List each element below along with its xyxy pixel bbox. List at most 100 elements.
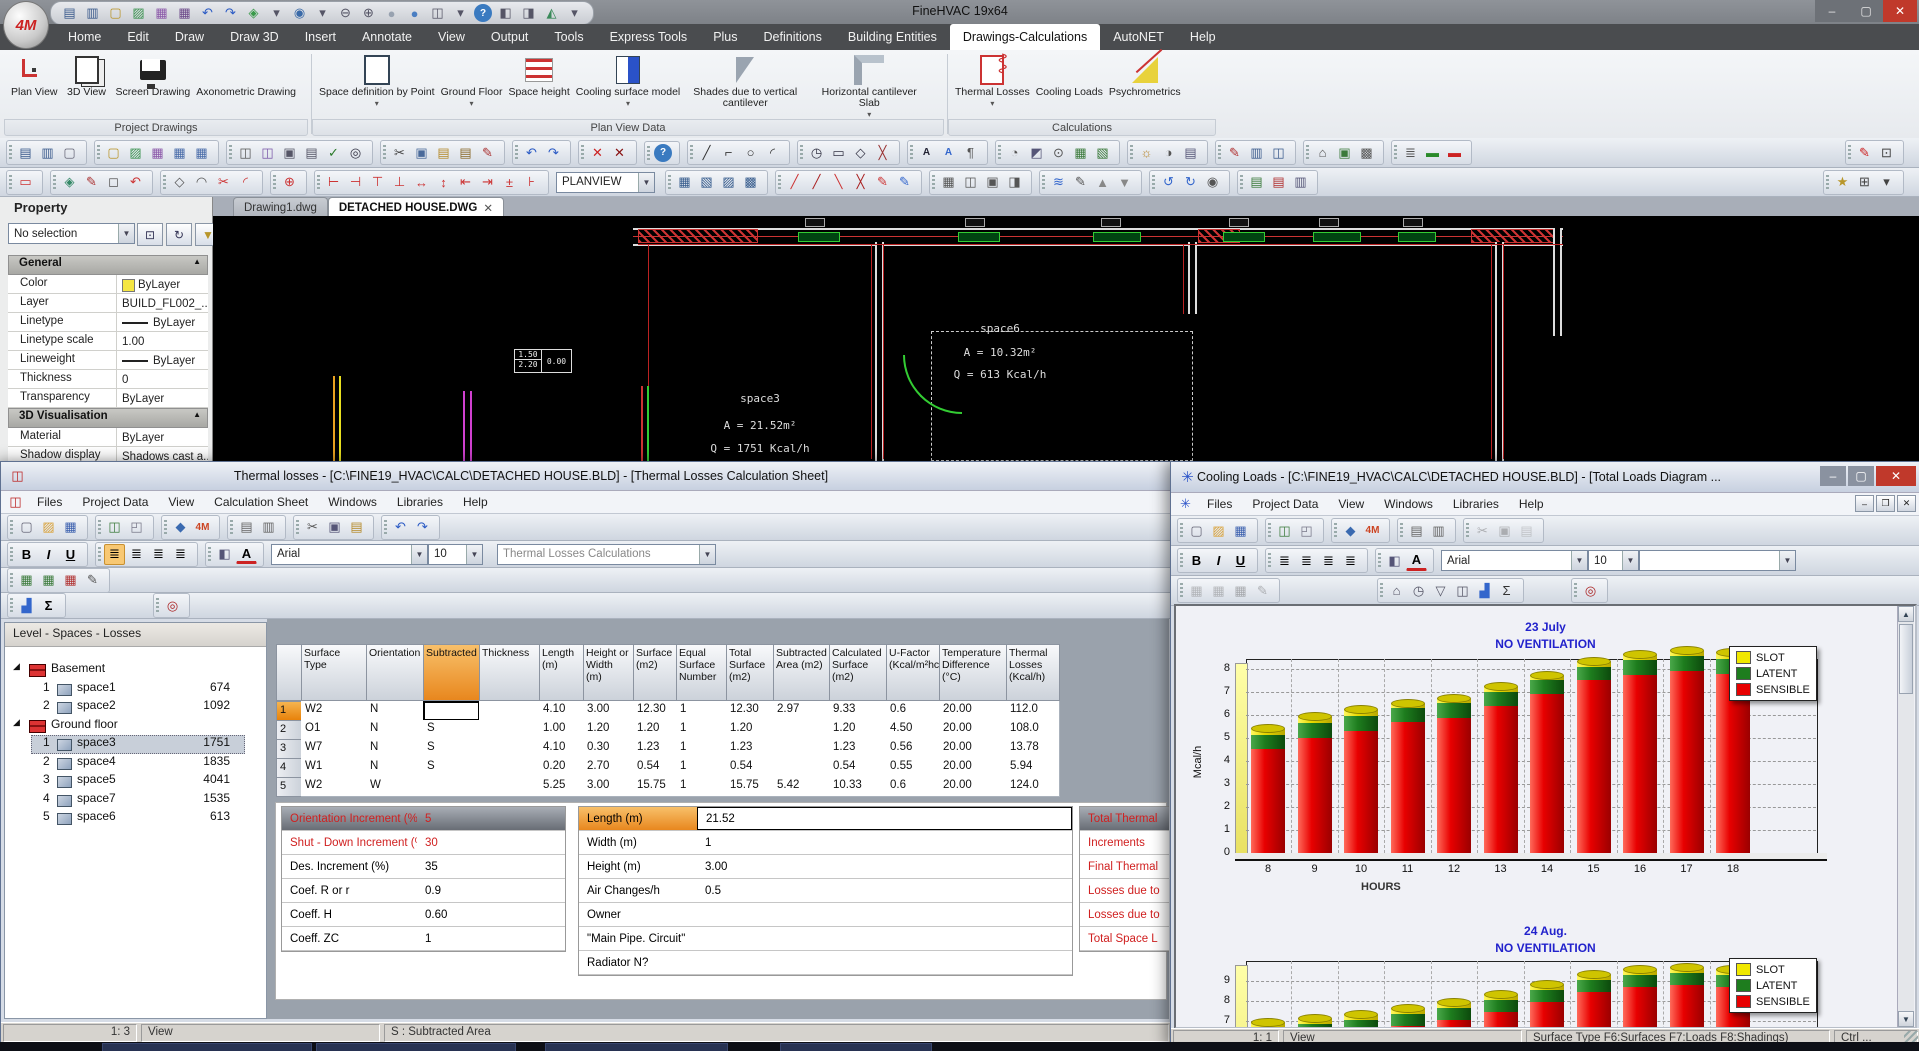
ribbon-button-plan-view[interactable]: Plan View <box>8 54 61 100</box>
cell-r3c3[interactable]: S <box>423 739 480 759</box>
save-icon[interactable]: ▦ <box>60 517 81 538</box>
circle-icon[interactable]: ○ <box>740 142 761 163</box>
save-icon[interactable]: ▦ <box>151 3 172 24</box>
copy-icon[interactable]: ▣ <box>411 142 432 163</box>
chevron-down-icon[interactable]: ▼ <box>466 545 482 564</box>
cell-r5c7[interactable]: 15.75 <box>633 777 677 797</box>
paragraph-icon[interactable]: ¶ <box>960 142 981 163</box>
dim-x-icon[interactable]: ⊦ <box>521 172 542 193</box>
column-header-surface-type[interactable]: Surface Type <box>301 644 367 701</box>
cell-r4c12[interactable]: 0.55 <box>886 758 940 778</box>
dim-b-icon[interactable]: ⊥ <box>389 172 410 193</box>
column-header-u-factor-kcal-m-hc[interactable]: U-Factor (Kcal/m²hc <box>886 644 940 701</box>
menu-calculation-sheet[interactable]: Calculation Sheet <box>205 493 317 511</box>
help-book-icon[interactable]: ◆ <box>170 517 191 538</box>
form-value[interactable]: 0.5 <box>697 885 1072 897</box>
vertical-scrollbar[interactable]: ▲ ▼ <box>1897 606 1914 1027</box>
form-row-length-m-[interactable]: Length (m)21.52 <box>579 807 1072 831</box>
form-row-height-m-[interactable]: Height (m)3.00 <box>579 855 1072 879</box>
open-icon[interactable]: ▨ <box>1208 520 1229 541</box>
cell-r5c6[interactable]: 3.00 <box>583 777 634 797</box>
cell-r5c10[interactable]: 5.42 <box>773 777 830 797</box>
grid4-icon[interactable]: ▩ <box>740 172 761 193</box>
cells4-icon[interactable]: ◨ <box>1004 172 1025 193</box>
ribbon-button-space-definition-by-point[interactable]: Space definition by Point ▾ <box>316 54 438 111</box>
cell-r5c9[interactable]: 15.75 <box>726 777 774 797</box>
cell-r3c9[interactable]: 1.23 <box>726 739 774 759</box>
cell-r4c8[interactable]: 1 <box>676 758 727 778</box>
cell-r2c6[interactable]: 1.20 <box>583 720 634 740</box>
help-icon[interactable]: ? <box>474 4 492 22</box>
cells3-icon[interactable]: ▣ <box>982 172 1003 193</box>
hatch-icon[interactable]: ▦ <box>1070 142 1091 163</box>
property-value[interactable]: ByLayer <box>117 275 208 293</box>
selection-combo[interactable]: No selection ▼ <box>8 223 135 244</box>
column-header-subtracted[interactable]: Subtracted <box>423 644 480 701</box>
dim-e-icon[interactable]: ⇥ <box>477 172 498 193</box>
mtext-icon[interactable]: A <box>938 142 959 163</box>
delete-row-icon[interactable]: ▦ <box>60 570 81 591</box>
layers-icon[interactable]: ▤ <box>1180 142 1201 163</box>
fill-icon[interactable]: ◈ <box>59 172 80 193</box>
cell-r2c5[interactable]: 1.00 <box>539 720 584 740</box>
fill-color-icon[interactable]: ◧ <box>1384 550 1405 571</box>
redpen-icon[interactable]: ✎ <box>1854 142 1875 163</box>
redo-icon[interactable]: ↷ <box>543 142 564 163</box>
copy-icon[interactable]: ▣ <box>324 517 345 538</box>
property-value[interactable]: ByLayer <box>117 313 208 331</box>
4m-logo[interactable]: 4M <box>3 1 49 49</box>
column-header-subtracted-area-m2-[interactable]: Subtracted Area (m2) <box>773 644 830 701</box>
cooling-maximize-button[interactable]: ▢ <box>1848 466 1874 486</box>
tree-group-ground-floor[interactable]: ◢Ground floor <box>5 717 266 735</box>
grid1-icon[interactable]: ▦ <box>674 172 695 193</box>
tab-building-entities[interactable]: Building Entities <box>835 24 950 50</box>
render-icon[interactable]: ● <box>404 3 425 24</box>
append-row-icon[interactable]: ▦ <box>38 570 59 591</box>
underline-button[interactable]: U <box>1230 550 1251 571</box>
dim-ud-icon[interactable]: ↕ <box>433 172 454 193</box>
box-icon[interactable]: ◻ <box>103 172 124 193</box>
cell-r1c4[interactable] <box>479 701 540 721</box>
tab-draw-3d[interactable]: Draw 3D <box>217 24 292 50</box>
cell-r2c11[interactable]: 1.20 <box>829 720 887 740</box>
cell-r4c2[interactable]: N <box>366 758 424 778</box>
pen-red-icon[interactable]: ✎ <box>872 172 893 193</box>
cell-r4c1[interactable]: W1 <box>301 758 367 778</box>
tab-annotate[interactable]: Annotate <box>349 24 425 50</box>
menu-libraries[interactable]: Libraries <box>388 493 452 511</box>
dropdown-icon[interactable]: ▾ <box>1876 172 1897 193</box>
bld-new-icon[interactable]: ▤ <box>59 3 80 24</box>
list-icon[interactable]: ≣ <box>1400 142 1421 163</box>
ribbon-button-screen-drawing[interactable]: Screen Drawing <box>113 54 194 100</box>
menu-libraries[interactable]: Libraries <box>1444 495 1508 513</box>
sum-icon[interactable]: Σ <box>1496 580 1517 601</box>
cell-r1c1[interactable]: W2 <box>301 701 367 721</box>
sphere-icon[interactable]: ● <box>381 3 402 24</box>
arc-red-icon[interactable]: ◜ <box>235 172 256 193</box>
diamond-icon[interactable]: ◇ <box>169 172 190 193</box>
form-row-owner[interactable]: Owner <box>579 903 1072 927</box>
property-row-linetype[interactable]: LinetypeByLayer <box>8 313 208 332</box>
measure-green-icon[interactable]: ▬ <box>1422 142 1443 163</box>
ribbon-button-psychrometrics[interactable]: Psychrometrics <box>1106 54 1184 100</box>
arc3p-icon[interactable]: ◔ <box>1004 142 1025 163</box>
cell-r5c5[interactable]: 5.25 <box>539 777 584 797</box>
cell-r4c5[interactable]: 0.20 <box>539 758 584 778</box>
polygon-icon[interactable]: ◇ <box>850 142 871 163</box>
italic-button[interactable]: I <box>38 544 59 565</box>
cell-r2c0[interactable]: 2 <box>276 720 302 740</box>
tab-drawings-calculations[interactable]: Drawings-Calculations <box>950 24 1100 50</box>
font-name-combo[interactable]: Arial▼ <box>271 544 428 565</box>
align-left-icon[interactable]: ≣ <box>104 544 125 565</box>
cell-r1c3[interactable] <box>423 701 480 721</box>
bold-button[interactable]: B <box>1186 550 1207 571</box>
arc-icon[interactable]: ◜ <box>762 142 783 163</box>
form-row-final-thermal[interactable]: Final Thermal <box>1080 855 1169 879</box>
cell-r4c6[interactable]: 2.70 <box>583 758 634 778</box>
column-header-thermal-losses-kcal-h-[interactable]: Thermal Losses (Kcal/h) <box>1006 644 1060 701</box>
target-icon[interactable]: ◎ <box>162 595 183 616</box>
add-green-icon[interactable]: ▤ <box>1246 172 1267 193</box>
grid2-icon[interactable]: ▧ <box>696 172 717 193</box>
cell-r3c6[interactable]: 0.30 <box>583 739 634 759</box>
bld-icon[interactable]: ▤ <box>15 142 36 163</box>
